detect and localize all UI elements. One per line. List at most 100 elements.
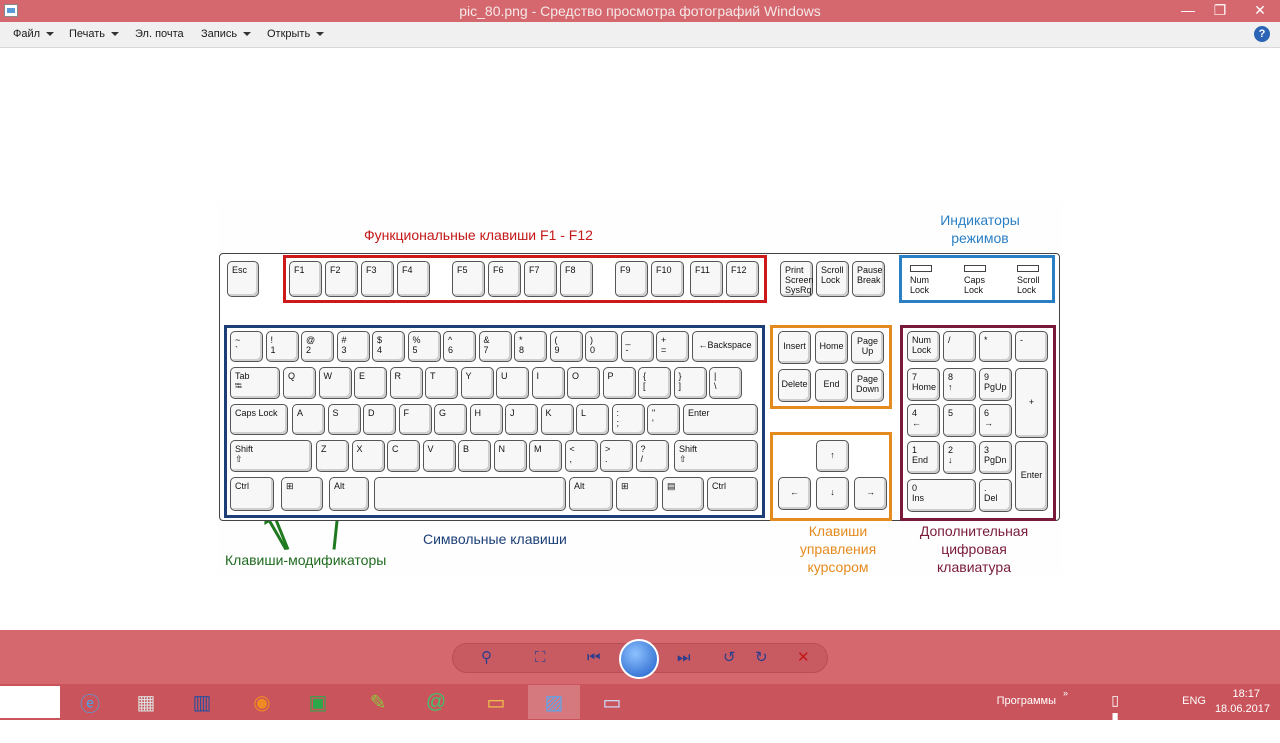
next-icon[interactable]: ⏭ [677, 650, 691, 666]
key: ▤ [662, 477, 704, 511]
calculator-icon[interactable]: ▦ [120, 685, 172, 719]
key: | \ [709, 367, 742, 399]
explorer-icon[interactable]: ▭ [470, 685, 522, 719]
menu-print[interactable]: Печать [69, 28, 120, 40]
key: 5 [943, 404, 976, 437]
viewer-controls: ⚲ ⛶ ⏮ ⏭ ↺ ↻ ✕ [452, 639, 828, 679]
viewer-control-bar: ⚲ ⛶ ⏮ ⏭ ↺ ↻ ✕ [0, 630, 1280, 684]
help-icon[interactable]: ? [1254, 26, 1270, 42]
key: ^ 6 [443, 331, 476, 362]
store-icon[interactable]: ▣ [292, 685, 344, 719]
menu-bar: Файл Печать Эл. почта Запись Открыть ? [0, 22, 1280, 48]
label-indicators: Индикаторы режимов [940, 212, 1020, 246]
key: A [292, 404, 325, 435]
zoom-icon[interactable]: ⚲ [481, 650, 492, 666]
key: 9 PgUp [979, 368, 1012, 401]
key: Ctrl [230, 477, 274, 511]
key: Alt [569, 477, 613, 511]
key: B [458, 440, 491, 472]
key: Scroll Lock [816, 261, 849, 297]
menu-open[interactable]: Открыть [267, 28, 325, 40]
key: F7 [524, 261, 557, 297]
menu-burn-label: Запись [201, 28, 238, 40]
tray-icons[interactable]: ▯ ▮ ◁ [1111, 692, 1122, 743]
delete-icon[interactable]: ✕ [797, 650, 810, 666]
key: F4 [397, 261, 430, 297]
menu-print-label: Печать [69, 28, 106, 40]
programs-label[interactable]: Программы [997, 695, 1056, 707]
menu-burn[interactable]: Запись [201, 28, 252, 40]
key: F3 [361, 261, 394, 297]
key: D [363, 404, 396, 435]
editor-icon[interactable]: ✎ [352, 685, 404, 719]
key: > . [600, 440, 633, 472]
key: X [351, 440, 385, 472]
key: * [979, 331, 1012, 362]
keyboard-diagram-image: Функциональные клавиши F1 - F12 Индикато… [218, 201, 1062, 575]
key: Page Down [851, 369, 884, 402]
key: F [398, 404, 432, 435]
key: 3 PgDn [979, 441, 1012, 474]
previous-icon[interactable]: ⏮ [587, 650, 601, 666]
key: Home [815, 331, 848, 364]
key: P [602, 367, 636, 399]
key: K [540, 404, 574, 435]
key: ← [778, 477, 811, 510]
ie-icon[interactable]: ⓔ [64, 685, 116, 719]
remote-desktop-icon[interactable]: ▭ [586, 685, 638, 719]
key: % 5 [407, 331, 441, 362]
key: Shift ⇧ [230, 440, 312, 472]
key: Esc [227, 261, 259, 297]
key: Alt [329, 477, 369, 511]
key: V [422, 440, 456, 472]
label-numpad: Дополнительная цифровая клавиатура [919, 523, 1029, 575]
server-icon[interactable]: ▥ [176, 685, 228, 719]
menu-file[interactable]: Файл [13, 28, 55, 40]
key: Q [283, 367, 316, 399]
close-button[interactable]: ✕ [1240, 0, 1280, 22]
key: C [387, 440, 420, 472]
key: → [854, 477, 887, 510]
key: + = [656, 331, 689, 362]
key: End [815, 369, 848, 402]
indicator-led: Scroll Lock [1017, 265, 1040, 295]
rotate-cw-icon[interactable]: ↻ [755, 650, 768, 666]
language-indicator[interactable]: ENG [1182, 695, 1206, 707]
key: 1 End [907, 441, 940, 474]
label-symbol-keys: Символьные клавиши [423, 531, 567, 547]
key: 4 ← [907, 404, 940, 437]
start-area[interactable] [0, 686, 60, 718]
key: H [469, 404, 503, 435]
key: ⊞ [616, 477, 658, 511]
clock-time[interactable]: 18:17 [1232, 688, 1260, 700]
slideshow-button[interactable] [619, 639, 659, 679]
maximize-button[interactable]: ❐ [1206, 0, 1234, 22]
key: U [496, 367, 529, 399]
key: ? / [635, 440, 669, 472]
key: S [327, 404, 361, 435]
image-viewport: Функциональные клавиши F1 - F12 Индикато… [0, 48, 1280, 630]
chevron-down-icon [111, 32, 120, 37]
key: < , [564, 440, 598, 472]
key: Insert [778, 331, 811, 364]
minimize-button[interactable]: — [1174, 0, 1202, 22]
mail-icon[interactable]: @ [410, 685, 462, 719]
key: Print Screen SysRq [780, 261, 814, 297]
key: F10 [651, 261, 684, 297]
key: Num Lock [907, 331, 940, 362]
actual-size-icon[interactable]: ⛶ [535, 650, 546, 666]
key: J [505, 404, 538, 435]
firefox-icon[interactable]: ◉ [236, 685, 288, 719]
key: Caps Lock [230, 404, 288, 435]
key: ⊞ [281, 477, 323, 511]
key: Delete [778, 369, 811, 402]
clock-date[interactable]: 18.06.2017 [1215, 703, 1270, 715]
chevron-up-icon[interactable]: » [1063, 688, 1068, 698]
rotate-ccw-icon[interactable]: ↺ [723, 650, 736, 666]
key: O [567, 367, 600, 399]
key: . Del [979, 479, 1012, 512]
photo-viewer-task-icon[interactable]: ▨ [528, 685, 580, 719]
label-modifier-keys: Клавиши-модификаторы [225, 552, 387, 568]
menu-email[interactable]: Эл. почта [135, 28, 184, 40]
key: F11 [690, 261, 723, 297]
